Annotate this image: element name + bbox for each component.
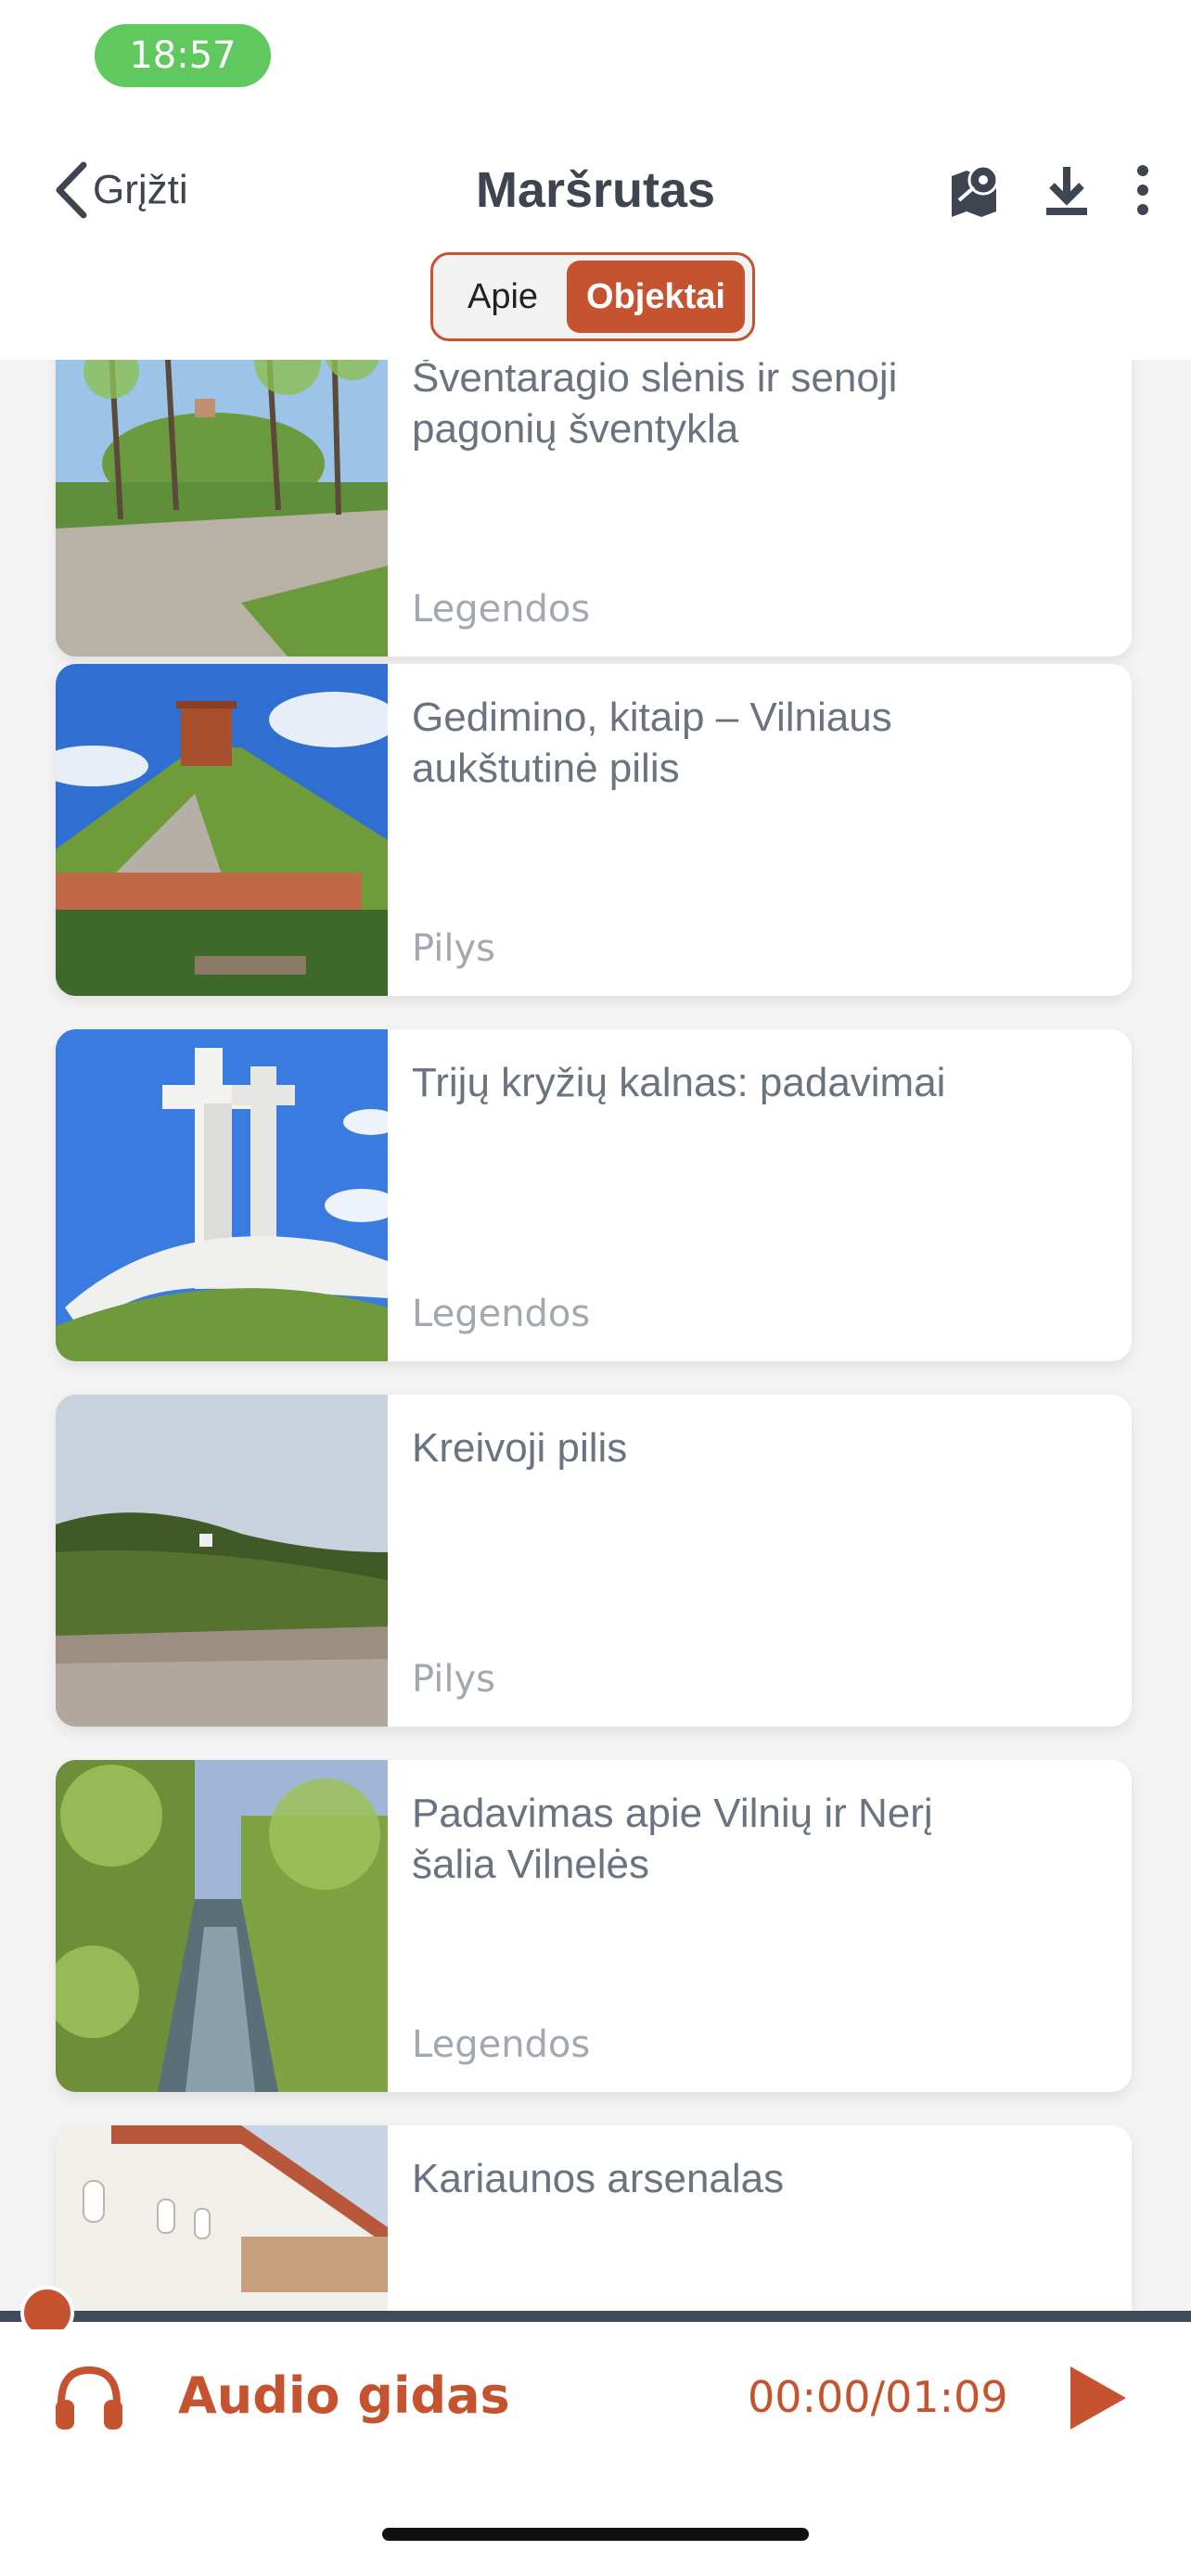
audio-guide-label: Audio gidas xyxy=(178,2366,510,2425)
list-item[interactable]: Šventaragio slėnis ir senoji pagonių šve… xyxy=(56,360,1132,657)
river-icon xyxy=(56,1760,388,2092)
download-icon[interactable] xyxy=(1039,159,1095,221)
status-time: 18:57 xyxy=(95,24,271,87)
item-category: Pilys xyxy=(412,1658,495,1701)
list-item[interactable]: Kariaunos arsenalas xyxy=(56,2125,1132,2311)
segmented-control: Apie Objektai xyxy=(430,252,755,341)
item-title: Šventaragio slėnis ir senoji pagonių šve… xyxy=(412,360,898,452)
item-category: Legendos xyxy=(412,2023,591,2066)
item-title: Trijų kryžių kalnas: padavimai xyxy=(412,1060,946,1105)
arsenal-building-icon xyxy=(56,2125,388,2311)
three-crosses-icon xyxy=(56,1029,388,1361)
item-category: Legendos xyxy=(412,1293,591,1335)
objects-list[interactable]: Šventaragio slėnis ir senoji pagonių šve… xyxy=(0,360,1191,2311)
item-category: Pilys xyxy=(412,927,495,970)
item-title: Kariaunos arsenalas xyxy=(412,2156,785,2201)
navigation-bar: Grįžti Maršrutas xyxy=(0,139,1191,241)
item-category: Legendos xyxy=(412,588,591,631)
audio-progress-track[interactable] xyxy=(0,2311,1191,2322)
more-options-icon[interactable] xyxy=(1132,159,1154,221)
item-title: Padavimas apie Vilnių ir Nerį šalia Viln… xyxy=(412,1791,933,1887)
park-hill-icon xyxy=(56,360,388,657)
headphones-icon xyxy=(52,2361,126,2435)
item-title: Gedimino, kitaip – Vilniaus aukštutinė p… xyxy=(412,695,892,791)
item-title: Kreivoji pilis xyxy=(412,1425,628,1471)
home-indicator xyxy=(382,2528,809,2541)
castle-tower-icon xyxy=(56,664,388,996)
hill-ruins-icon xyxy=(56,1395,388,1727)
list-item[interactable]: Padavimas apie Vilnių ir Nerį šalia Viln… xyxy=(56,1760,1132,2092)
list-item[interactable]: Gedimino, kitaip – Vilniaus aukštutinė p… xyxy=(56,664,1132,996)
list-item[interactable]: Trijų kryžių kalnas: padavimai Legendos xyxy=(56,1029,1132,1361)
play-icon[interactable] xyxy=(1057,2361,1132,2435)
list-item[interactable]: Kreivoji pilis Pilys xyxy=(56,1395,1132,1727)
tab-objektai[interactable]: Objektai xyxy=(567,261,745,333)
audio-time: 00:00/01:09 xyxy=(748,2372,1008,2422)
map-pin-icon[interactable] xyxy=(946,159,1002,221)
tab-apie[interactable]: Apie xyxy=(439,261,567,333)
